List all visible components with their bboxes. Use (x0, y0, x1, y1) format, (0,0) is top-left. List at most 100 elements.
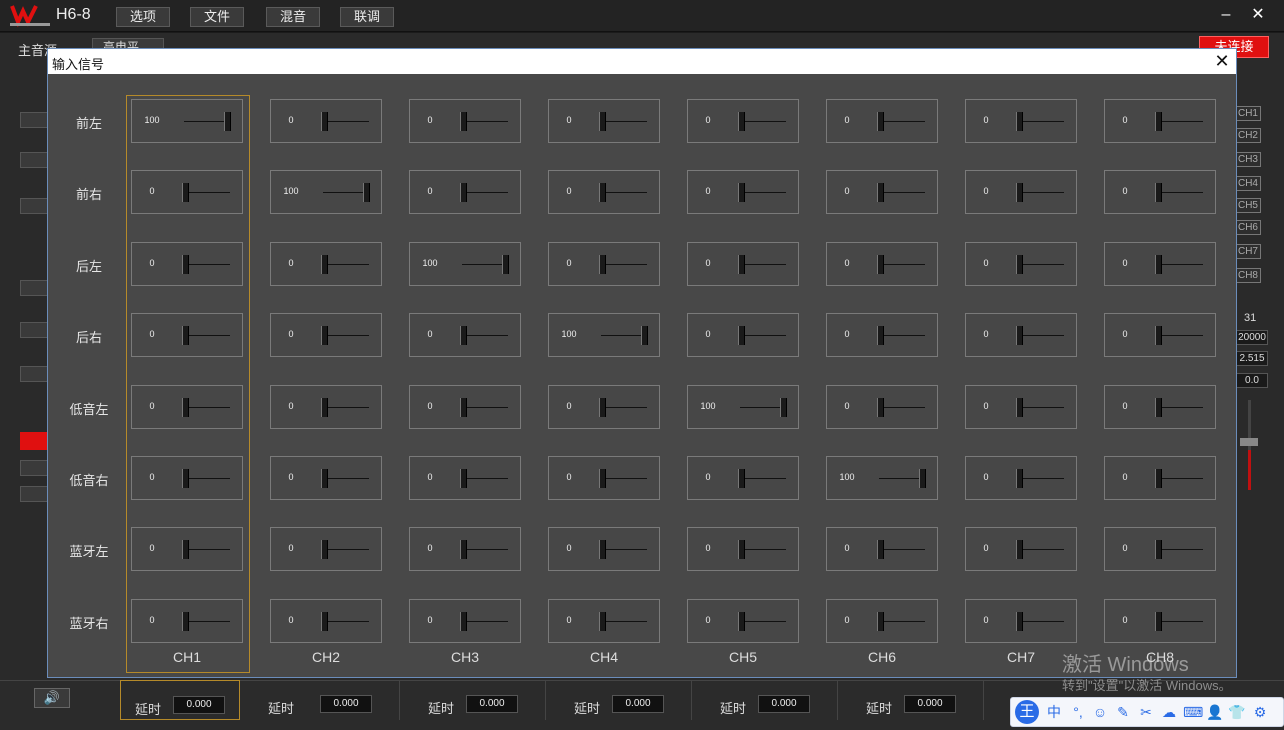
slider-track[interactable] (879, 620, 925, 622)
slider-track[interactable] (184, 620, 230, 622)
right-channel-chip[interactable]: CH4 (1235, 176, 1261, 191)
slider-thumb[interactable] (460, 540, 467, 560)
handwriting-icon[interactable]: ✎ (1114, 703, 1132, 721)
gain-slider-cell[interactable]: 0 (826, 99, 938, 143)
gain-slider-cell[interactable]: 0 (687, 527, 799, 572)
slider-track[interactable] (462, 121, 508, 122)
ime-logo-icon[interactable]: 王 (1015, 700, 1039, 724)
left-red-button[interactable] (20, 432, 48, 450)
slider-thumb[interactable] (738, 540, 745, 560)
menu-options[interactable]: 选项 (116, 7, 170, 27)
slider-track[interactable] (879, 549, 925, 551)
slider-thumb[interactable] (1016, 611, 1023, 631)
slider-track[interactable] (879, 406, 925, 408)
slider-thumb[interactable] (738, 469, 745, 488)
skin-icon[interactable]: 👕 (1228, 703, 1246, 721)
gain-slider-cell[interactable]: 0 (548, 456, 660, 500)
gain-slider-cell[interactable]: 0 (131, 313, 243, 358)
gain-slider-cell[interactable]: 0 (826, 313, 938, 358)
slider-thumb[interactable] (321, 326, 328, 346)
gain-slider-cell[interactable]: 0 (1104, 170, 1216, 215)
slider-track[interactable] (184, 192, 230, 194)
right-value-field[interactable]: 0.0 (1236, 373, 1268, 388)
gain-slider-cell[interactable]: 0 (131, 456, 243, 500)
slider-thumb[interactable] (877, 183, 884, 203)
delay-input[interactable]: 0.000 (320, 695, 372, 713)
gain-slider-cell[interactable]: 100 (548, 313, 660, 358)
gain-slider-cell[interactable]: 0 (826, 170, 938, 215)
slider-thumb[interactable] (182, 254, 189, 274)
gain-slider-cell[interactable]: 100 (687, 384, 799, 429)
menu-link[interactable]: 联调 (340, 7, 394, 27)
slider-track[interactable] (740, 121, 786, 122)
gain-slider-cell[interactable]: 0 (548, 99, 660, 143)
slider-thumb[interactable] (1155, 112, 1162, 131)
cloud-icon[interactable]: ☁ (1160, 703, 1178, 721)
slider-thumb[interactable] (877, 112, 884, 131)
gain-slider-cell[interactable]: 0 (1104, 241, 1216, 286)
slider-thumb[interactable] (599, 397, 606, 417)
keyboard-icon[interactable]: ⌨ (1183, 703, 1203, 721)
gain-slider-cell[interactable]: 100 (409, 241, 521, 286)
slider-track[interactable] (1018, 335, 1064, 337)
left-control[interactable] (20, 366, 48, 382)
right-channel-chip[interactable]: CH6 (1235, 220, 1261, 235)
gain-slider-cell[interactable]: 0 (826, 527, 938, 572)
slider-thumb[interactable] (599, 469, 606, 488)
channel-column-label[interactable]: CH5 (687, 649, 799, 665)
slider-track[interactable] (1157, 335, 1203, 337)
slider-thumb[interactable] (460, 611, 467, 631)
gain-slider-cell[interactable]: 0 (687, 598, 799, 643)
slider-thumb[interactable] (321, 397, 328, 417)
left-control[interactable] (20, 198, 48, 214)
delay-input[interactable]: 0.000 (466, 695, 518, 713)
gain-slider-cell[interactable]: 0 (548, 170, 660, 215)
slider-thumb[interactable] (1016, 254, 1023, 274)
gain-slider-cell[interactable]: 100 (131, 99, 243, 143)
gain-slider-cell[interactable]: 0 (687, 456, 799, 500)
slider-track[interactable] (184, 478, 230, 479)
slider-thumb[interactable] (1016, 326, 1023, 346)
gain-slider-cell[interactable]: 0 (270, 456, 382, 500)
slider-thumb[interactable] (1016, 469, 1023, 488)
gain-slider-cell[interactable]: 0 (687, 99, 799, 143)
channel-column-label[interactable]: CH4 (548, 649, 660, 665)
right-channel-chip[interactable]: CH7 (1235, 244, 1261, 259)
gain-slider-cell[interactable]: 0 (270, 527, 382, 572)
right-channel-chip[interactable]: CH3 (1235, 152, 1261, 167)
slider-thumb[interactable] (738, 254, 745, 274)
gain-slider-cell[interactable]: 0 (965, 598, 1077, 643)
slider-thumb[interactable] (738, 326, 745, 346)
right-fader-thumb[interactable] (1240, 438, 1258, 446)
slider-thumb[interactable] (641, 326, 648, 346)
slider-thumb[interactable] (1155, 540, 1162, 560)
slider-thumb[interactable] (1155, 469, 1162, 488)
user-icon[interactable]: 👤 (1206, 703, 1224, 721)
slider-track[interactable] (323, 406, 369, 408)
slider-thumb[interactable] (321, 540, 328, 560)
slider-track[interactable] (1018, 192, 1064, 194)
slider-thumb[interactable] (1155, 183, 1162, 203)
delay-input[interactable]: 0.000 (612, 695, 664, 713)
settings-gear-icon[interactable]: ⚙ (1251, 703, 1269, 721)
right-channel-chip[interactable]: CH8 (1235, 268, 1261, 283)
gain-slider-cell[interactable]: 0 (548, 241, 660, 286)
slider-track[interactable] (462, 335, 508, 337)
ime-mode-button[interactable]: 中 (1045, 703, 1063, 721)
gain-slider-cell[interactable]: 0 (1104, 456, 1216, 500)
slider-track[interactable] (740, 263, 786, 265)
left-control[interactable] (20, 322, 48, 338)
slider-thumb[interactable] (321, 254, 328, 274)
slider-track[interactable] (601, 620, 647, 622)
gain-slider-cell[interactable]: 0 (687, 170, 799, 215)
slider-track[interactable] (462, 192, 508, 194)
gain-slider-cell[interactable]: 0 (270, 241, 382, 286)
slider-track[interactable] (601, 121, 647, 122)
channel-column-label[interactable]: CH1 (131, 649, 243, 665)
slider-thumb[interactable] (599, 112, 606, 131)
left-control[interactable] (20, 152, 48, 168)
gain-slider-cell[interactable]: 0 (1104, 598, 1216, 643)
slider-track[interactable] (1018, 549, 1064, 551)
gain-slider-cell[interactable]: 100 (826, 456, 938, 500)
gain-slider-cell[interactable]: 0 (270, 384, 382, 429)
